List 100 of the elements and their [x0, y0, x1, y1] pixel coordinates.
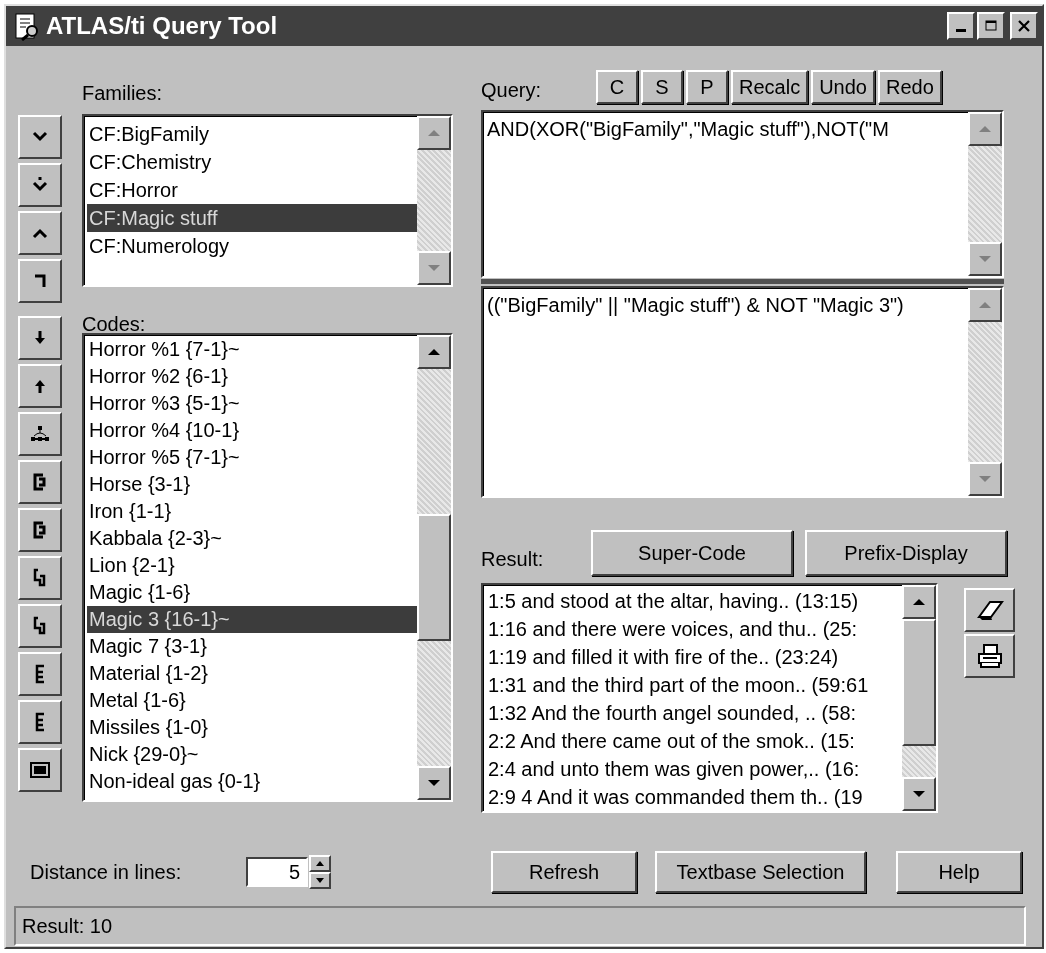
- list-item[interactable]: Nick {29-0}~: [87, 741, 417, 768]
- expression-field[interactable]: (("BigFamily" || "Magic stuff") & NOT "Magic 3"): [481, 286, 1004, 498]
- scroll-up-button[interactable]: [968, 288, 1002, 322]
- list-item[interactable]: CF:Horror: [87, 176, 417, 204]
- query-button[interactable]: Recalc: [731, 70, 809, 104]
- query-button[interactable]: Undo: [811, 70, 875, 104]
- tool-button[interactable]: [18, 115, 62, 159]
- scrollbar[interactable]: [968, 112, 1002, 276]
- scroll-thumb[interactable]: [902, 619, 936, 746]
- list-item[interactable]: Horror %3 {5-1}~: [87, 390, 417, 417]
- tool-button[interactable]: [18, 259, 62, 303]
- scroll-down-button[interactable]: [968, 242, 1002, 276]
- list-item[interactable]: Horror %1 {7-1}~: [87, 336, 417, 363]
- codes-list[interactable]: [82, 333, 453, 802]
- list-item[interactable]: Horse {3-1}: [87, 471, 417, 498]
- scroll-up-button[interactable]: [417, 335, 451, 369]
- list-item[interactable]: Metal {1-6}: [87, 687, 417, 714]
- query-button[interactable]: S: [641, 70, 683, 104]
- list-item[interactable]: 1:31 and the third part of the moon.. (59:61: [486, 671, 902, 699]
- field-label: Result:: [481, 546, 545, 571]
- query-button[interactable]: C: [596, 70, 638, 104]
- scrollbar[interactable]: [968, 288, 1002, 496]
- tool-button[interactable]: [18, 604, 62, 648]
- list-item[interactable]: Horror %4 {10-1}: [87, 417, 417, 444]
- dialog-button[interactable]: Help: [896, 851, 1022, 893]
- list-item[interactable]: 1:32 And the fourth angel sounded, .. (58:: [486, 699, 902, 727]
- scrollbar[interactable]: [417, 116, 451, 285]
- dialog-button[interactable]: Textbase Selection: [655, 851, 866, 893]
- tool-button[interactable]: [18, 163, 62, 207]
- tool-button[interactable]: [18, 700, 62, 744]
- eraser-icon: [975, 598, 1004, 622]
- list-item[interactable]: 2:2 And there came out of the smok.. (15:: [486, 727, 902, 755]
- minimize-icon: [956, 29, 966, 32]
- query-button[interactable]: P: [686, 70, 728, 104]
- triangle-up-icon: [427, 348, 441, 356]
- spin-up-button[interactable]: [309, 855, 331, 872]
- scroll-down-button[interactable]: [417, 766, 451, 800]
- list-item[interactable]: Magic 7 {3-1}: [87, 633, 417, 660]
- tool-button[interactable]: [18, 556, 62, 600]
- result-button[interactable]: Prefix-Display: [805, 530, 1007, 576]
- list-item[interactable]: Magic {1-6}: [87, 579, 417, 606]
- tool-button[interactable]: [18, 460, 62, 504]
- tool-button[interactable]: [18, 211, 62, 255]
- dialog-button[interactable]: Refresh: [491, 851, 637, 893]
- scroll-down-button[interactable]: [417, 251, 451, 285]
- tool-button[interactable]: [18, 508, 62, 552]
- tool-button[interactable]: [18, 748, 62, 792]
- list-item[interactable]: 2:9 4 And it was commanded them th.. (19: [486, 783, 902, 811]
- query-field[interactable]: AND(XOR("BigFamily","Magic stuff"),NOT("M: [481, 110, 1004, 278]
- query-button[interactable]: Redo: [877, 70, 942, 104]
- scroll-down-button[interactable]: [902, 777, 936, 811]
- result-list[interactable]: [481, 583, 938, 813]
- triangle-down-icon: [978, 475, 992, 483]
- list-item[interactable]: Missiles {1-0}: [87, 714, 417, 741]
- minimize-button[interactable]: [947, 12, 975, 40]
- list-item[interactable]: Lion {2-1}: [87, 552, 417, 579]
- tool-button[interactable]: [18, 316, 62, 360]
- list-item[interactable]: Horror %2 {6-1}: [87, 363, 417, 390]
- triangle-down-icon: [978, 255, 992, 263]
- field-label: Codes:: [82, 312, 147, 333]
- spin-down-button[interactable]: [309, 872, 331, 889]
- close-button[interactable]: [1010, 12, 1038, 40]
- list-item[interactable]: 1:16 and there were voices, and thu.. (25:: [486, 615, 902, 643]
- scrollbar[interactable]: [417, 335, 451, 800]
- scroll-down-button[interactable]: [968, 462, 1002, 496]
- list-item[interactable]: 1:19 and filled it with fire of the.. (23:24): [486, 643, 902, 671]
- triangle-down-icon: [427, 264, 441, 272]
- list-item[interactable]: Material {1-2}: [87, 660, 417, 687]
- triangle-down-icon: [316, 878, 324, 883]
- eraser-button[interactable]: [964, 588, 1015, 632]
- list-item[interactable]: 1:5 and stood at the altar, having.. (13:15): [486, 587, 902, 615]
- scroll-up-button[interactable]: [417, 116, 451, 150]
- hierarchy-icon: [30, 424, 50, 444]
- list-item[interactable]: Non-ideal gas {0-1}: [87, 768, 417, 795]
- result-button[interactable]: Super-Code: [591, 530, 793, 576]
- scrollbar[interactable]: [902, 585, 936, 811]
- list-item[interactable]: Horror %5 {7-1}~: [87, 444, 417, 471]
- distance-field[interactable]: 5: [246, 857, 308, 887]
- list-item[interactable]: 2:4 and unto them was given power,.. (16:: [486, 755, 902, 783]
- list-item[interactable]: CF:Numerology: [87, 232, 417, 260]
- tool-button[interactable]: [18, 364, 62, 408]
- maximize-button[interactable]: [977, 12, 1005, 40]
- status-text: Result: 10: [22, 914, 113, 938]
- scroll-up-button[interactable]: [902, 585, 936, 619]
- scroll-up-button[interactable]: [968, 112, 1002, 146]
- print-button[interactable]: [964, 634, 1015, 678]
- scroll-thumb[interactable]: [417, 514, 451, 641]
- field-label: Families:: [82, 81, 163, 106]
- triangle-up-icon: [427, 129, 441, 137]
- families-list[interactable]: CF:BigFamily CF:Chemistry CF:Horror CF:Magic stuff CF:Numerology: [82, 114, 453, 287]
- list-item[interactable]: Magic 3 {16-1}~: [87, 606, 417, 633]
- triangle-down-icon: [427, 779, 441, 787]
- tool-button[interactable]: [18, 412, 62, 456]
- list-item[interactable]: CF:Magic stuff: [87, 204, 417, 232]
- list-item[interactable]: Iron {1-1}: [87, 498, 417, 525]
- list-item[interactable]: Kabbala {2-3}~: [87, 525, 417, 552]
- framed-rectangle-icon: [30, 760, 50, 780]
- list-item[interactable]: CF:Chemistry: [87, 148, 417, 176]
- list-item[interactable]: CF:BigFamily: [87, 120, 417, 148]
- tool-button[interactable]: [18, 652, 62, 696]
